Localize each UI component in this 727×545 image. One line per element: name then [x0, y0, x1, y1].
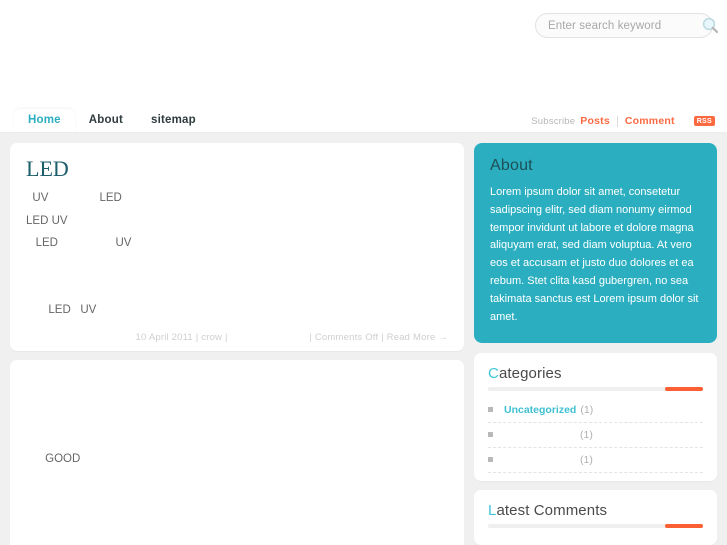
content-column: LED UV LED LED UV LED UV LED UV 10 April… — [10, 143, 464, 545]
nav-item-home[interactable]: Home — [14, 109, 75, 132]
categories-list: Uncategorized (1) (1) (1) — [488, 398, 703, 473]
category-count: (1) — [580, 403, 594, 416]
latest-comments-accent-rule — [488, 523, 703, 528]
search-box[interactable] — [535, 13, 719, 38]
categories-title-rest: ategories — [498, 364, 562, 382]
post-item: LED UV LED LED UV LED UV LED UV 10 April… — [10, 143, 464, 351]
site-header — [0, 0, 727, 107]
nav-item-list: Home About sitemap — [14, 106, 210, 132]
nav-item-about[interactable]: About — [75, 109, 137, 132]
bullet-icon — [488, 407, 493, 412]
bullet-icon — [488, 457, 493, 462]
page-body: LED UV LED LED UV LED UV LED UV 10 April… — [0, 133, 727, 545]
post-comments-status: Comments Off — [314, 331, 379, 343]
post-read-more-link[interactable]: Read More → — [387, 332, 448, 343]
rss-icon[interactable]: RSS — [693, 116, 715, 126]
categories-title-initial: C — [488, 364, 499, 382]
about-widget-title: About — [490, 157, 533, 174]
post-title[interactable]: LED — [26, 156, 69, 181]
latest-comments-title-rest: atest Comments — [496, 501, 608, 519]
category-name[interactable]: Uncategorized — [504, 404, 576, 416]
category-item[interactable]: Uncategorized (1) — [488, 398, 703, 423]
post-body: GOOD — [26, 452, 81, 465]
subscribe-comment-link[interactable]: Comment — [625, 115, 675, 127]
latest-comments-widget-title: Latest Comments — [488, 502, 703, 519]
categories-widget-title: Categories — [488, 365, 703, 382]
sidebar: About Lorem ipsum dolor sit amet, conset… — [474, 143, 717, 545]
subscribe-divider — [616, 115, 618, 127]
post-meta: 10 April 2011 | crow | | Comments Off | … — [26, 322, 448, 343]
category-item[interactable]: (1) — [488, 448, 703, 473]
main-navigation: Home About sitemap Subscribe Posts Comme… — [0, 107, 727, 133]
post-meta-sep-4: | — [381, 331, 384, 343]
post-meta-sep-2: | — [224, 331, 228, 343]
subscribe-posts-link[interactable]: Posts — [580, 115, 610, 127]
post-date: 10 April 2011 — [135, 331, 193, 343]
category-count: (1) — [580, 453, 593, 466]
about-widget-text: Lorem ipsum dolor sit amet, consetetur s… — [490, 186, 699, 323]
latest-comments-widget: Latest Comments — [474, 489, 717, 545]
post-item: GOOD — [10, 359, 464, 545]
post-meta-sep-3: | — [309, 331, 312, 343]
post-meta — [26, 538, 448, 545]
category-count: (1) — [580, 428, 593, 441]
post-body: UV LED LED UV LED UV LED UV — [26, 192, 132, 317]
bullet-icon — [488, 432, 493, 437]
categories-widget: Categories Uncategorized (1) (1) (1) — [474, 352, 717, 481]
post-author[interactable]: crow — [201, 332, 222, 343]
search-input[interactable] — [548, 19, 702, 32]
post-meta-sep-1: | — [195, 331, 199, 343]
about-widget: About Lorem ipsum dolor sit amet, conset… — [474, 143, 717, 343]
nav-item-sitemap[interactable]: sitemap — [137, 109, 210, 132]
categories-accent-rule — [488, 386, 703, 391]
search-button[interactable] — [702, 16, 719, 35]
subscribe-label: Subscribe — [531, 115, 576, 127]
search-icon — [702, 17, 719, 34]
subscribe-area: Subscribe Posts Comment RSS — [531, 115, 715, 127]
category-item[interactable]: (1) — [488, 423, 703, 448]
